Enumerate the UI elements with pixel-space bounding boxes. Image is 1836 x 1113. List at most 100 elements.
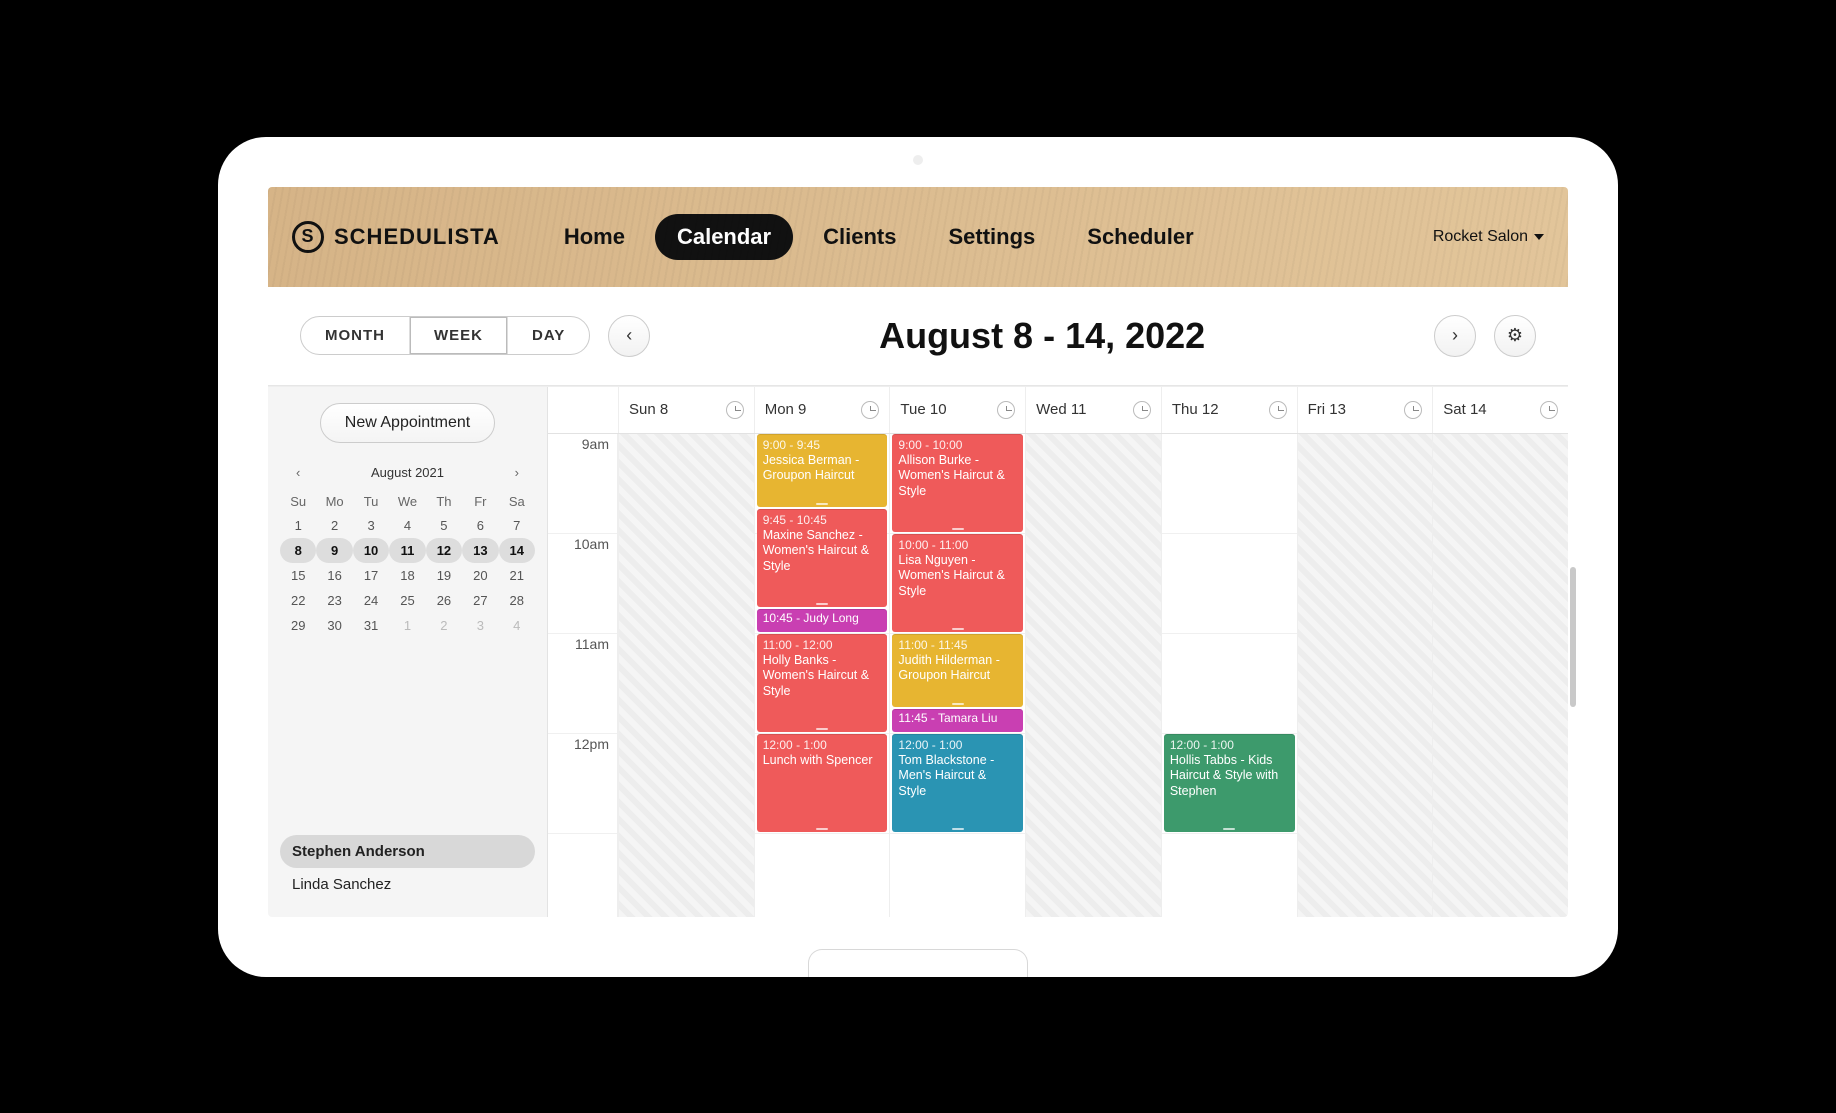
mini-day[interactable]: 4 [499, 613, 535, 638]
resize-grip-icon[interactable] [816, 728, 828, 730]
calendar-event[interactable]: 10:45 - Judy Long [757, 609, 888, 632]
resize-grip-icon[interactable] [816, 828, 828, 830]
day-column[interactable]: 9:00 - 9:45Jessica Berman - Groupon Hair… [754, 434, 890, 917]
calendar-event[interactable]: 12:00 - 1:00Hollis Tabbs - Kids Haircut … [1164, 734, 1295, 832]
mini-day[interactable]: 26 [426, 588, 462, 613]
mini-day[interactable]: 1 [389, 613, 425, 638]
view-day[interactable]: DAY [507, 317, 589, 354]
staff-item[interactable]: Stephen Anderson [280, 835, 535, 868]
mini-day[interactable]: 20 [462, 563, 498, 588]
resize-grip-icon[interactable] [952, 828, 964, 830]
mini-day[interactable]: 3 [353, 513, 389, 538]
mini-weekday: Fr [462, 490, 498, 513]
event-time: 9:45 - 10:45 [763, 513, 882, 528]
account-menu[interactable]: Rocket Salon [1433, 228, 1544, 246]
day-header[interactable]: Sat 14 [1432, 387, 1568, 433]
resize-grip-icon[interactable] [816, 603, 828, 605]
resize-grip-icon[interactable] [952, 628, 964, 630]
clock-icon [1133, 401, 1151, 419]
nav-home[interactable]: Home [542, 214, 647, 260]
day-header[interactable]: Mon 9 [754, 387, 890, 433]
day-column[interactable] [618, 434, 754, 917]
prev-week-button[interactable]: ‹ [608, 315, 650, 357]
primary-nav: Home Calendar Clients Settings Scheduler [542, 214, 1216, 260]
event-time: 11:00 - 11:45 [898, 638, 1017, 653]
mini-day[interactable]: 16 [316, 563, 352, 588]
view-month[interactable]: MONTH [301, 317, 409, 354]
calendar-event[interactable]: 10:00 - 11:00Lisa Nguyen - Women's Hairc… [892, 534, 1023, 632]
mini-day[interactable]: 28 [499, 588, 535, 613]
resize-grip-icon[interactable] [952, 703, 964, 705]
nav-calendar[interactable]: Calendar [655, 214, 793, 260]
mini-day[interactable]: 17 [353, 563, 389, 588]
calendar-event[interactable]: 9:45 - 10:45Maxine Sanchez - Women's Hai… [757, 509, 888, 607]
nav-clients[interactable]: Clients [801, 214, 918, 260]
staff-list: Stephen AndersonLinda Sanchez [280, 835, 535, 901]
day-header[interactable]: Fri 13 [1297, 387, 1433, 433]
day-column[interactable]: 9:00 - 10:00Allison Burke - Women's Hair… [889, 434, 1025, 917]
mini-day[interactable]: 27 [462, 588, 498, 613]
mini-day[interactable]: 15 [280, 563, 316, 588]
mini-day[interactable]: 29 [280, 613, 316, 638]
mini-day[interactable]: 8 [280, 538, 316, 563]
mini-day[interactable]: 2 [426, 613, 462, 638]
view-week[interactable]: WEEK [409, 317, 507, 354]
mini-day[interactable]: 25 [389, 588, 425, 613]
day-header[interactable]: Thu 12 [1161, 387, 1297, 433]
nav-scheduler[interactable]: Scheduler [1065, 214, 1215, 260]
mini-day[interactable]: 14 [499, 538, 535, 563]
mini-day[interactable]: 21 [499, 563, 535, 588]
mini-day[interactable]: 13 [462, 538, 498, 563]
mini-day[interactable]: 4 [389, 513, 425, 538]
calendar-event[interactable]: 9:00 - 10:00Allison Burke - Women's Hair… [892, 434, 1023, 532]
day-column[interactable] [1025, 434, 1161, 917]
calendar-event[interactable]: 12:00 - 1:00Tom Blackstone - Men's Hairc… [892, 734, 1023, 832]
staff-item[interactable]: Linda Sanchez [280, 868, 535, 901]
day-column[interactable]: 12:00 - 1:00Hollis Tabbs - Kids Haircut … [1161, 434, 1297, 917]
mini-day[interactable]: 12 [426, 538, 462, 563]
day-header-label: Sat 14 [1443, 401, 1486, 418]
mini-day[interactable]: 11 [389, 538, 425, 563]
calendar-event[interactable]: 11:00 - 12:00Holly Banks - Women's Hairc… [757, 634, 888, 732]
mini-day[interactable]: 6 [462, 513, 498, 538]
content-scrollbar[interactable] [1570, 567, 1576, 707]
mini-day[interactable]: 19 [426, 563, 462, 588]
mini-day[interactable]: 23 [316, 588, 352, 613]
day-header[interactable]: Wed 11 [1025, 387, 1161, 433]
day-header[interactable]: Tue 10 [889, 387, 1025, 433]
mini-day[interactable]: 31 [353, 613, 389, 638]
account-name: Rocket Salon [1433, 228, 1528, 246]
resize-grip-icon[interactable] [952, 528, 964, 530]
mini-day[interactable]: 3 [462, 613, 498, 638]
mini-day[interactable]: 1 [280, 513, 316, 538]
resize-grip-icon[interactable] [1223, 828, 1235, 830]
next-week-button[interactable]: › [1434, 315, 1476, 357]
calendar-event[interactable]: 12:00 - 1:00Lunch with Spencer [757, 734, 888, 832]
day-header[interactable]: Sun 8 [618, 387, 754, 433]
mini-day[interactable]: 9 [316, 538, 352, 563]
mini-day[interactable]: 22 [280, 588, 316, 613]
resize-grip-icon[interactable] [816, 503, 828, 505]
day-header-label: Mon 9 [765, 401, 807, 418]
event-title: Maxine Sanchez - Women's Haircut & Style [763, 528, 882, 575]
mini-day[interactable]: 18 [389, 563, 425, 588]
mini-next-month[interactable]: › [507, 461, 527, 484]
mini-weekday: Su [280, 490, 316, 513]
brand-logo[interactable]: S SCHEDULISTA [292, 221, 500, 253]
mini-day[interactable]: 5 [426, 513, 462, 538]
event-title: Jessica Berman - Groupon Haircut [763, 453, 882, 484]
mini-prev-month[interactable]: ‹ [288, 461, 308, 484]
mini-day[interactable]: 7 [499, 513, 535, 538]
calendar-event[interactable]: 9:00 - 9:45Jessica Berman - Groupon Hair… [757, 434, 888, 507]
calendar-event[interactable]: 11:00 - 11:45Judith Hilderman - Groupon … [892, 634, 1023, 707]
new-appointment-button[interactable]: New Appointment [320, 403, 495, 443]
mini-day[interactable]: 30 [316, 613, 352, 638]
day-column[interactable] [1432, 434, 1568, 917]
day-column[interactable] [1297, 434, 1433, 917]
mini-day[interactable]: 10 [353, 538, 389, 563]
mini-day[interactable]: 24 [353, 588, 389, 613]
mini-day[interactable]: 2 [316, 513, 352, 538]
calendar-settings-button[interactable]: ⚙ [1494, 315, 1536, 357]
nav-settings[interactable]: Settings [926, 214, 1057, 260]
calendar-event[interactable]: 11:45 - Tamara Liu [892, 709, 1023, 732]
